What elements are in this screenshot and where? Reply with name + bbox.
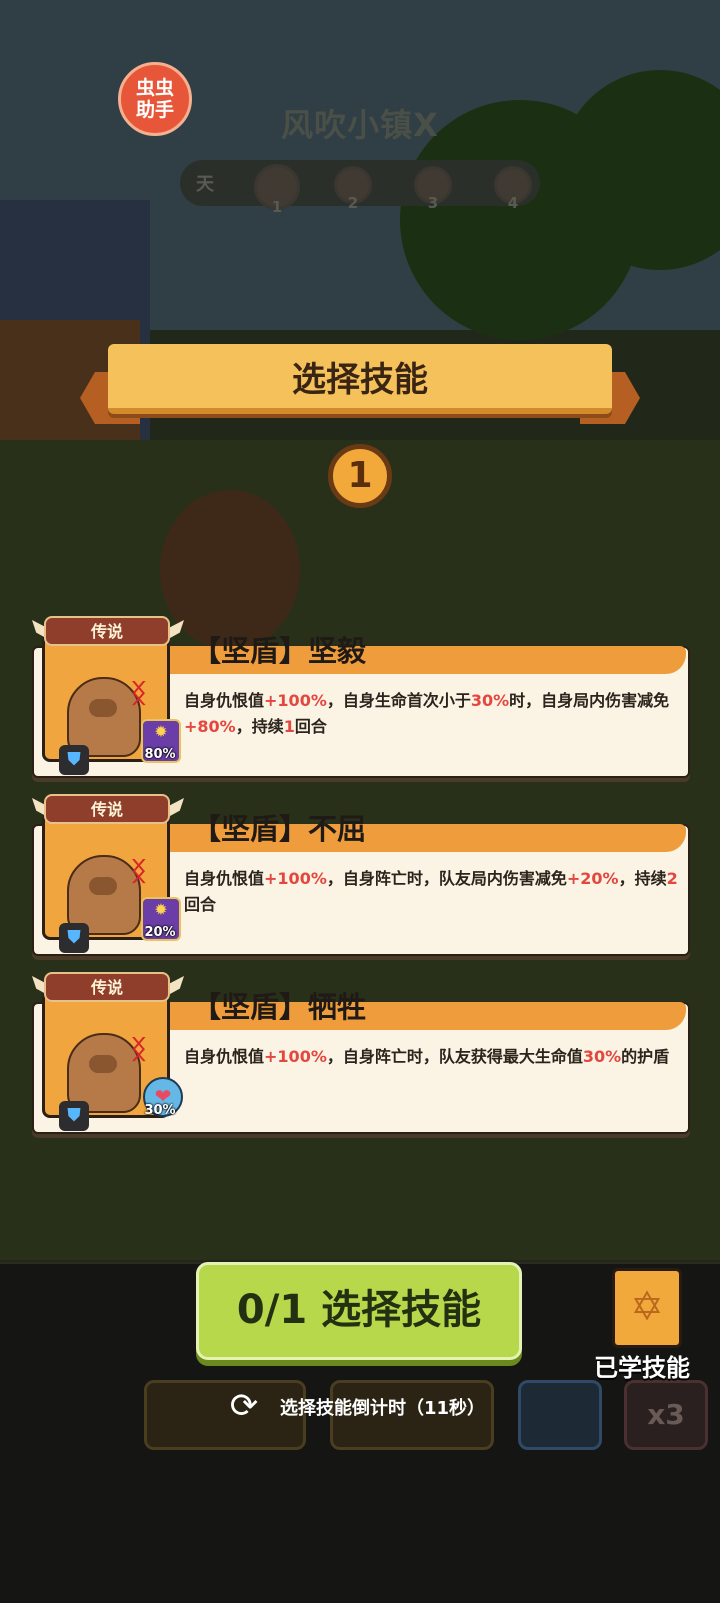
learned-skills-label[interactable]: 已学技能: [594, 1348, 690, 1383]
skill-desc-highlight: +80%: [184, 717, 236, 736]
skill-desc-highlight: 30%: [582, 1047, 622, 1066]
stats-button: [518, 1380, 602, 1450]
capybara-nose: [89, 699, 117, 717]
stage-title: 风吹小镇X: [281, 106, 439, 144]
remaining-choices-badge: 1: [328, 444, 392, 508]
shield-class-icon: ⛊: [59, 1101, 89, 1131]
capybara-nose: [89, 1055, 117, 1073]
stage-node-4-label: 4: [507, 194, 519, 212]
skill-desc-text: 回合: [294, 717, 327, 736]
rarity-tag: 传说: [44, 794, 170, 824]
skill-badge-value: 80%: [144, 747, 176, 762]
shield-class-icon: ⛊: [59, 923, 89, 953]
selection-countdown: 选择技能倒计时（11秒）: [280, 1398, 486, 1419]
skill-card[interactable]: 【坚盾】牺牲 自身仇恨值+100%，自身阵亡时，队友获得最大生命值30%的护盾 ᛝ ⛊…: [32, 972, 690, 1134]
skill-description: 自身仇恨值+100%，自身生命首次小于30%时，自身局内伤害减免 +80%，持续1…: [184, 688, 684, 740]
skill-desc-text: ，持续: [618, 869, 667, 888]
skill-card[interactable]: 【坚盾】不屈自身仇恨值+100%，自身阵亡时，队友局内伤害减免+20%，持续2 回…: [32, 794, 690, 956]
skill-desc-text: 时，自身局内伤害减免: [509, 691, 670, 710]
panel-title: 选择技能: [292, 360, 428, 400]
select-skill-button[interactable]: 0/1 选择技能: [196, 1262, 522, 1360]
skill-desc-highlight: +100%: [264, 869, 327, 888]
capybara-nose: [89, 877, 117, 895]
skill-desc-highlight: +20%: [566, 869, 619, 888]
shield-class-icon: ⛊: [59, 745, 89, 775]
skill-desc-highlight: +100%: [264, 691, 327, 710]
skill-desc-text: ，自身阵亡时，队友获得最大生命值: [326, 1047, 583, 1066]
skill-badge-value: 30%: [144, 1103, 176, 1118]
skill-badge-value: 20%: [144, 925, 176, 940]
skill-description: 自身仇恨值+100%，自身阵亡时，队友获得最大生命值30%的护盾: [184, 1044, 684, 1070]
anger-mark-icon: ᛝ: [131, 857, 147, 887]
learned-skills-book-icon[interactable]: ✡: [612, 1268, 682, 1348]
skill-description: 自身仇恨值+100%，自身阵亡时，队友局内伤害减免+20%，持续2 回合: [184, 866, 684, 918]
stage-node-1-label: 1: [271, 198, 283, 216]
skill-desc-highlight: 30%: [470, 691, 510, 710]
skill-desc-highlight: +100%: [264, 1047, 327, 1066]
anger-mark-icon: ᛝ: [131, 1035, 147, 1065]
rarity-tag: 传说: [44, 972, 170, 1002]
helper-badge-line1: 虫虫: [135, 77, 174, 99]
skill-desc-text: 自身仇恨值: [184, 869, 265, 888]
day-label: 天: [196, 174, 214, 195]
skill-card[interactable]: 【坚盾】坚毅自身仇恨值+100%，自身生命首次小于30%时，自身局内伤害减免 +8…: [32, 616, 690, 778]
speed-button: x3: [624, 1380, 708, 1450]
stage-node-3-label: 3: [427, 194, 439, 212]
skill-title: 【坚盾】不屈: [192, 812, 367, 846]
stage-node-2-label: 2: [347, 194, 359, 212]
refresh-icon[interactable]: ⟳: [224, 1386, 264, 1426]
skill-title: 【坚盾】牺牲: [192, 990, 367, 1024]
skill-desc-text: ，自身阵亡时，队友局内伤害减免: [326, 869, 567, 888]
skill-portrait: ᛝ ⛊ ❤ 30%: [42, 990, 183, 1131]
skill-desc-text: 回合: [184, 895, 217, 914]
skill-desc-text: 自身仇恨值: [184, 691, 265, 710]
rarity-wing-right: [170, 798, 184, 816]
skill-portrait: ᛝ ⛊ ✹ 20%: [42, 812, 181, 953]
rarity-tag: 传说: [44, 616, 170, 646]
anger-mark-icon: ᛝ: [131, 679, 147, 709]
skill-desc-highlight: 2: [666, 869, 678, 888]
skill-desc-text: 自身仇恨值: [184, 1047, 265, 1066]
skill-portrait: ᛝ ⛊ ✹ 80%: [42, 634, 181, 775]
skill-desc-text: 的护盾: [621, 1047, 670, 1066]
skill-desc-text: ，持续: [235, 717, 284, 736]
skill-title: 【坚盾】坚毅: [192, 634, 367, 668]
rarity-wing-right: [170, 976, 184, 994]
skill-desc-text: ，自身生命首次小于: [326, 691, 471, 710]
skill-desc-highlight: 1: [283, 717, 295, 736]
rarity-wing-right: [170, 620, 184, 638]
